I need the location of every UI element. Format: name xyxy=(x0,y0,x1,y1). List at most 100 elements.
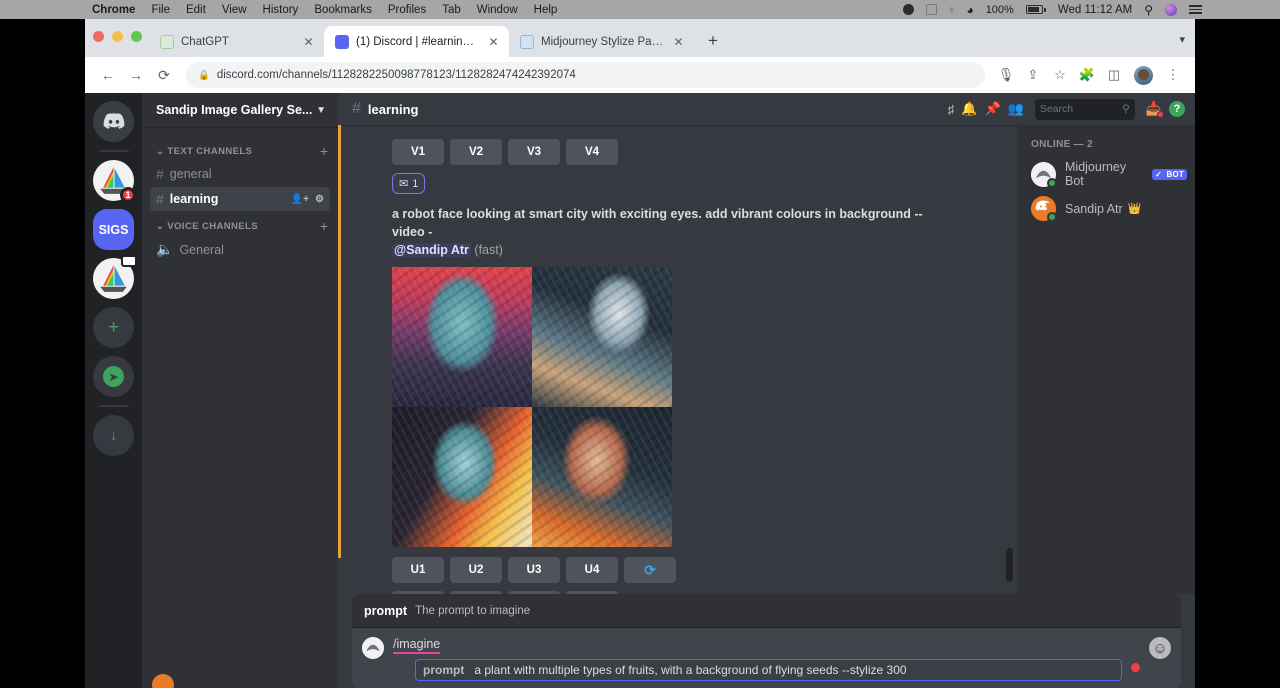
reaction-envelope-top[interactable]: ✉ 1 xyxy=(392,173,425,194)
menu-item-history[interactable]: History xyxy=(263,4,299,16)
control-center-icon[interactable] xyxy=(1189,5,1202,14)
chevron-down-icon[interactable]: ▼ xyxy=(316,105,326,116)
tab-search-chevron-icon[interactable]: ▾ xyxy=(1179,33,1185,46)
sidebar-item-general[interactable]: # general xyxy=(150,162,330,186)
member-list-icon[interactable]: 👥 xyxy=(1008,101,1024,117)
reroll-refresh-button[interactable]: ⟳ xyxy=(624,557,676,583)
image-cell-2[interactable] xyxy=(532,267,672,407)
server-name: Sandip Image Gallery Se... xyxy=(156,103,312,117)
message-list[interactable]: V1 V2 V3 V4 ✉ 1 a robot face looking at … xyxy=(338,125,1017,594)
chrome-window: ChatGPT ✕ (1) Discord | #learning | Sand… xyxy=(85,19,1195,688)
maximize-window-button[interactable] xyxy=(131,31,142,42)
help-icon[interactable]: ? xyxy=(1169,101,1185,117)
argument-value[interactable]: a plant with multiple types of fruits, w… xyxy=(474,663,906,677)
menu-item-profiles[interactable]: Profiles xyxy=(388,4,426,16)
notification-bell-icon[interactable]: 🔔 xyxy=(961,101,977,117)
emoji-picker-icon[interactable]: ☺ xyxy=(1149,637,1171,659)
discord-logo-icon xyxy=(103,113,125,130)
search-input[interactable]: Search ⚲ xyxy=(1035,99,1135,120)
create-channel-button[interactable]: + xyxy=(320,144,328,158)
category-text-channels[interactable]: ⌄TEXT CHANNELS + xyxy=(142,137,338,161)
url-text: discord.com/channels/1128282250098778123… xyxy=(217,69,576,81)
channel-settings-gear-icon[interactable]: ⚙ xyxy=(315,194,324,205)
chrome-menu-icon[interactable]: ⋮ xyxy=(1161,63,1185,87)
upscale-button-u1[interactable]: U1 xyxy=(392,557,444,583)
download-apps-button[interactable]: ↓ xyxy=(93,415,134,456)
guild-sailboat-2[interactable] xyxy=(93,258,134,299)
window-traffic-lights[interactable] xyxy=(93,31,142,42)
new-tab-button[interactable]: + xyxy=(700,28,726,54)
forward-button[interactable]: → xyxy=(123,62,149,88)
close-tab-button[interactable]: ✕ xyxy=(671,34,686,49)
page-title: learning xyxy=(368,102,419,117)
microphone-icon[interactable]: 🎙 xyxy=(994,63,1018,87)
menu-item-edit[interactable]: Edit xyxy=(186,4,206,16)
search-icon[interactable]: ⚲ xyxy=(1144,3,1153,17)
bookmark-star-icon[interactable]: ☆ xyxy=(1048,63,1072,87)
back-button[interactable]: ← xyxy=(95,62,121,88)
command-input[interactable]: /imagine prompt a plant with multiple ty… xyxy=(393,635,1122,681)
close-window-button[interactable] xyxy=(93,31,104,42)
side-panel-icon[interactable]: ◫ xyxy=(1102,63,1126,87)
menu-item-window[interactable]: Window xyxy=(477,4,518,16)
wifi-icon[interactable]: ◕ xyxy=(966,3,973,17)
menu-item-tab[interactable]: Tab xyxy=(442,4,461,16)
record-icon[interactable] xyxy=(903,4,914,15)
minimize-window-button[interactable] xyxy=(112,31,123,42)
close-tab-button[interactable]: ✕ xyxy=(486,34,501,49)
create-voice-channel-button[interactable]: + xyxy=(320,219,328,233)
browser-tab-midjourney[interactable]: Midjourney Stylize Parameter ✕ xyxy=(509,26,694,57)
upscale-button-u2[interactable]: U2 xyxy=(450,557,502,583)
guild-sailboat[interactable]: 1 xyxy=(93,160,134,201)
add-server-button[interactable]: + xyxy=(93,307,134,348)
bluetooth-icon[interactable]: ♦ xyxy=(949,4,955,16)
menu-app-name[interactable]: Chrome xyxy=(92,4,135,16)
menu-item-file[interactable]: File xyxy=(151,4,170,16)
screen-icon[interactable] xyxy=(926,4,937,15)
share-icon[interactable]: ⇪ xyxy=(1021,63,1045,87)
browser-tab-discord[interactable]: (1) Discord | #learning | Sandi ✕ xyxy=(324,26,509,57)
generated-image-grid[interactable] xyxy=(392,267,672,547)
image-cell-4[interactable] xyxy=(532,407,672,547)
hash-icon: # xyxy=(352,100,361,118)
scrollbar-thumb[interactable] xyxy=(1006,548,1013,582)
variation-button-v1[interactable]: V1 xyxy=(392,139,444,165)
pinned-messages-icon[interactable]: 📌 xyxy=(984,101,1000,117)
menu-item-view[interactable]: View xyxy=(222,4,247,16)
command-argument-box[interactable]: prompt a plant with multiple types of fr… xyxy=(415,659,1122,681)
profile-avatar[interactable] xyxy=(1134,66,1153,85)
upscale-button-u4[interactable]: U4 xyxy=(566,557,618,583)
address-bar[interactable]: 🔒 discord.com/channels/11282822500987781… xyxy=(186,62,985,88)
server-header[interactable]: Sandip Image Gallery Se... ▼ xyxy=(142,93,338,127)
sidebar-item-voice-general[interactable]: 🔈 General xyxy=(150,237,330,262)
variation-button-v4[interactable]: V4 xyxy=(566,139,618,165)
guild-home-button[interactable] xyxy=(93,101,134,142)
user-mention[interactable]: @Sandip Atr xyxy=(392,243,471,257)
guild-sigs[interactable]: SIGS xyxy=(93,209,134,250)
explore-servers-button[interactable]: ➤ xyxy=(93,356,134,397)
crown-icon: 👑 xyxy=(1128,202,1142,215)
siri-icon[interactable] xyxy=(1165,4,1177,16)
image-cell-3[interactable] xyxy=(392,407,532,547)
threads-icon[interactable]: ♯ xyxy=(948,102,955,117)
upscale-button-u3[interactable]: U3 xyxy=(508,557,560,583)
message-scrollbar[interactable] xyxy=(1008,129,1015,590)
sidebar-item-learning[interactable]: # learning 👤+ ⚙ xyxy=(150,187,330,211)
inbox-icon[interactable]: 📥 xyxy=(1146,101,1162,117)
reload-button[interactable]: ⟳ xyxy=(151,62,177,88)
browser-tab-chatgpt[interactable]: ChatGPT ✕ xyxy=(149,26,324,57)
invite-members-icon[interactable]: 👤+ xyxy=(291,194,309,205)
variation-button-v2[interactable]: V2 xyxy=(450,139,502,165)
variation-button-v3[interactable]: V3 xyxy=(508,139,560,165)
category-voice-channels[interactable]: ⌄VOICE CHANNELS + xyxy=(142,212,338,236)
member-row-midjourney-bot[interactable]: Midjourney Bot ✓ BOT xyxy=(1017,156,1195,192)
member-row-sandip-atr[interactable]: Sandip Atr 👑 xyxy=(1017,192,1195,225)
menu-item-bookmarks[interactable]: Bookmarks xyxy=(314,4,372,16)
slash-command-chip[interactable]: /imagine xyxy=(393,637,440,654)
image-cell-1[interactable] xyxy=(392,267,532,407)
battery-icon[interactable] xyxy=(1026,5,1046,14)
menu-item-help[interactable]: Help xyxy=(534,4,558,16)
close-tab-button[interactable]: ✕ xyxy=(301,34,316,49)
extensions-icon[interactable]: 🧩 xyxy=(1075,63,1099,87)
message-input-bar[interactable]: /imagine prompt a plant with multiple ty… xyxy=(352,628,1181,688)
